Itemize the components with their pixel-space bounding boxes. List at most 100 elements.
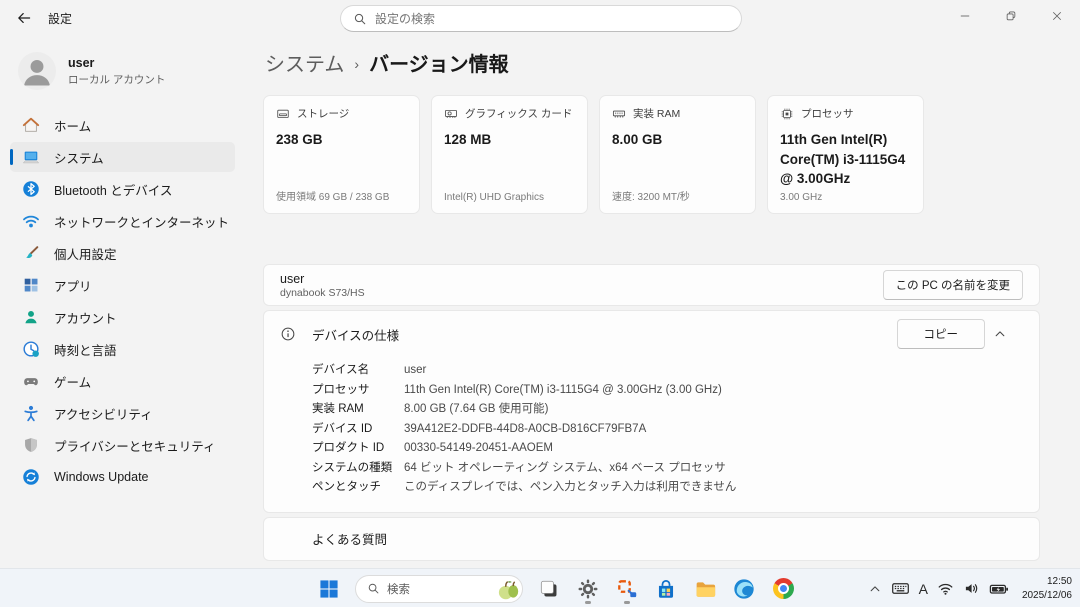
app-title: 設定: [48, 10, 72, 27]
sidebar-item-label: Bluetooth とデバイス: [54, 180, 172, 199]
device-spec-header[interactable]: デバイスの仕様 コピー: [264, 311, 1039, 357]
faq-panel[interactable]: よくある質問: [263, 517, 1040, 561]
info-icon: [280, 326, 296, 342]
spec-row: プロセッサ11th Gen Intel(R) Core(TM) i3-1115G…: [312, 381, 1023, 401]
sidebar-item-bluetooth[interactable]: Bluetooth とデバイス: [10, 174, 235, 204]
pinned-apps: [532, 573, 800, 605]
sidebar-item-apps[interactable]: アプリ: [10, 270, 235, 300]
search-highlight-image[interactable]: [496, 577, 519, 600]
sidebar-item-personalization[interactable]: 個人用設定: [10, 238, 235, 268]
ime-mode-indicator[interactable]: A: [919, 581, 928, 597]
running-indicator: [624, 601, 630, 604]
sidebar-item-label: 個人用設定: [54, 244, 117, 263]
card-label: ストレージ: [297, 106, 349, 121]
breadcrumb: システム › バージョン情報: [265, 48, 1040, 77]
sidebar-item-label: プライバシーとセキュリティ: [54, 436, 216, 455]
sidebar-item-privacy[interactable]: プライバシーとセキュリティ: [10, 430, 235, 460]
chevron-up-icon[interactable]: [993, 327, 1023, 341]
start-button[interactable]: [312, 573, 346, 605]
breadcrumb-separator-icon: ›: [354, 56, 359, 72]
graphics-card-icon: [444, 107, 458, 121]
sidebar-item-label: ネットワークとインターネット: [54, 212, 229, 231]
running-indicator: [585, 601, 591, 604]
settings-search-input[interactable]: 設定の検索: [340, 5, 742, 32]
close-button[interactable]: [1034, 0, 1080, 32]
microsoft-store-icon: [655, 578, 677, 600]
spec-value: 11th Gen Intel(R) Core(TM) i3-1115G4 @ 3…: [404, 381, 722, 401]
sidebar-item-label: システム: [54, 148, 104, 167]
gaming-icon: [22, 372, 40, 390]
window-controls: [942, 0, 1080, 36]
card-label: プロセッサ: [801, 106, 854, 121]
sidebar-item-system[interactable]: システム: [10, 142, 235, 172]
sidebar-item-label: Windows Update: [54, 470, 149, 484]
device-spec-title: デバイスの仕様: [312, 325, 399, 344]
battery-icon[interactable]: [989, 579, 1009, 599]
card-footer: 速度: 3200 MT/秒: [612, 188, 743, 203]
spec-value: 00330-54149-20451-AAOEM: [404, 439, 553, 459]
account-block[interactable]: user ローカル アカウント: [0, 42, 245, 94]
wifi-icon[interactable]: [937, 580, 954, 597]
search-icon: [367, 582, 380, 595]
taskbar-task-view-button[interactable]: [532, 573, 566, 605]
card-footer: 使用領域 69 GB / 238 GB: [276, 188, 407, 203]
minimize-button[interactable]: [942, 0, 988, 32]
spec-row: プロダクト ID00330-54149-20451-AAOEM: [312, 439, 1023, 459]
rename-pc-button[interactable]: この PC の名前を変更: [883, 270, 1023, 300]
taskbar-edge-button[interactable]: [727, 573, 761, 605]
taskbar-search-input[interactable]: 検索: [355, 575, 523, 603]
sidebar-nav: ホームシステム Bluetooth とデバイスネットワークとインターネット個人用設…: [0, 110, 245, 492]
spec-label: プロダクト ID: [312, 439, 404, 459]
dev-tool-icon: [616, 578, 638, 600]
card-value: 8.00 GB: [612, 130, 743, 150]
spec-value: 64 ビット オペレーティング システム、x64 ベース プロセッサ: [404, 459, 726, 479]
bluetooth-icon: [22, 180, 40, 198]
taskbar-file-explorer-button[interactable]: [688, 573, 722, 605]
personalization-icon: [22, 244, 40, 262]
accessibility-icon: [22, 404, 40, 422]
sidebar-item-gaming[interactable]: ゲーム: [10, 366, 235, 396]
tray-chevron-up-icon[interactable]: [868, 582, 882, 596]
sidebar-item-windows-update[interactable]: Windows Update: [10, 462, 235, 492]
spec-label: システムの種類: [312, 459, 404, 479]
taskbar-clock[interactable]: 12:50 2025/12/06: [1022, 575, 1072, 602]
card-value: 128 MB: [444, 130, 575, 150]
sidebar-item-home[interactable]: ホーム: [10, 110, 235, 140]
search-icon: [353, 12, 367, 26]
back-arrow-icon: [16, 10, 32, 26]
copy-button[interactable]: コピー: [897, 319, 986, 349]
restore-button[interactable]: [988, 0, 1034, 32]
faq-title: よくある質問: [312, 529, 387, 548]
processor-icon: [780, 107, 794, 121]
home-icon: [22, 116, 40, 134]
taskbar-dev-tool-button[interactable]: [610, 573, 644, 605]
taskbar-microsoft-store-button[interactable]: [649, 573, 683, 605]
spec-row: デバイス ID39A412E2-DDFB-44D8-A0CB-D816CF79F…: [312, 420, 1023, 440]
page-title: バージョン情報: [369, 48, 509, 77]
edge-icon: [733, 578, 755, 600]
taskbar-settings-gear-button[interactable]: [571, 573, 605, 605]
spec-row: デバイス名user: [312, 361, 1023, 381]
sidebar-item-network[interactable]: ネットワークとインターネット: [10, 206, 235, 236]
back-button[interactable]: [8, 4, 40, 32]
sidebar-item-time-language[interactable]: 時刻と言語: [10, 334, 235, 364]
account-name: user: [68, 56, 165, 70]
titlebar: 設定 設定の検索: [0, 0, 1080, 36]
person-icon: [18, 52, 56, 90]
volume-icon[interactable]: [963, 580, 980, 597]
storage-icon: [276, 107, 290, 121]
network-icon: [22, 212, 40, 230]
taskbar-chrome-button[interactable]: [766, 573, 800, 605]
task-view-icon: [538, 578, 560, 600]
avatar: [18, 52, 56, 90]
breadcrumb-parent[interactable]: システム: [265, 48, 344, 77]
sidebar-item-label: ゲーム: [54, 372, 91, 391]
card-footer: 3.00 GHz: [780, 192, 911, 203]
summary-card-ram: 実装 RAM 8.00 GB 速度: 3200 MT/秒: [599, 95, 756, 214]
sidebar-item-accessibility[interactable]: アクセシビリティ: [10, 398, 235, 428]
sidebar-item-accounts[interactable]: アカウント: [10, 302, 235, 332]
card-label: 実装 RAM: [633, 106, 680, 121]
touch-keyboard-icon[interactable]: [891, 579, 910, 598]
device-name-panel: user dynabook S73/HS この PC の名前を変更: [263, 264, 1040, 306]
account-type: ローカル アカウント: [68, 72, 165, 87]
